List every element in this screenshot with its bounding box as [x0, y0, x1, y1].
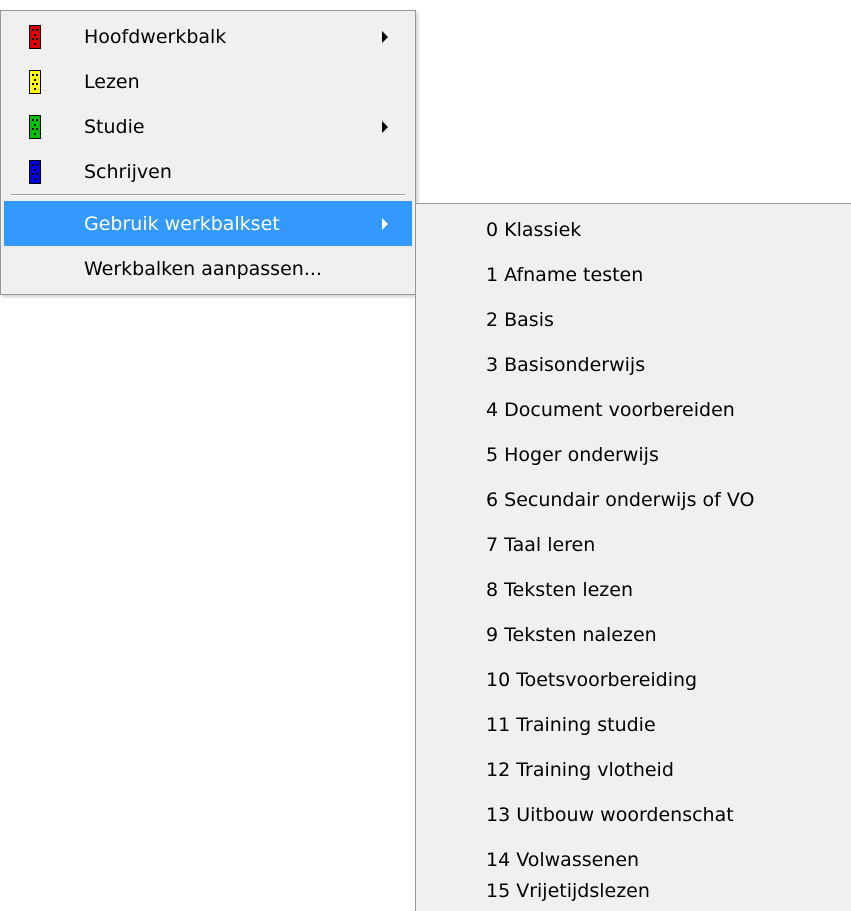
toolbarset-item-label: 5 Hoger onderwijs: [486, 443, 659, 466]
toolbarset-item-label: 3 Basisonderwijs: [486, 353, 646, 376]
toolbarset-item-label: 0 Klassiek: [486, 218, 582, 241]
menu-item-label: Lezen: [84, 70, 140, 93]
menu-item-gebruik-werkbalkset[interactable]: Gebruik werkbalkset: [4, 201, 412, 246]
toolbarset-item[interactable]: 5 Hoger onderwijs: [416, 432, 851, 477]
menu-item-label: Studie: [84, 115, 145, 138]
submenu-arrow-icon: [382, 217, 388, 230]
toolbarset-item-label: 6 Secundair onderwijs of VO: [486, 488, 755, 511]
toolbar-red-icon: [29, 24, 41, 49]
menu-item-schrijven[interactable]: Schrijven: [4, 149, 412, 194]
menu-item-label: Schrijven: [84, 160, 172, 183]
menu-item-lezen[interactable]: Lezen: [4, 59, 412, 104]
menu-separator: [11, 194, 405, 196]
menu-item-label: Gebruik werkbalkset: [84, 212, 280, 235]
toolbarset-item[interactable]: 3 Basisonderwijs: [416, 342, 851, 387]
menu-item-label: Werkbalken aanpassen...: [84, 257, 322, 280]
toolbar-green-icon: [29, 114, 41, 139]
menu-item-studie[interactable]: Studie: [4, 104, 412, 149]
toolbarset-item-label: 7 Taal leren: [486, 533, 596, 556]
toolbarset-item[interactable]: 15 Vrijetijdslezen: [416, 868, 851, 911]
toolbar-yellow-icon: [29, 69, 41, 94]
submenu-arrow-icon: [382, 120, 388, 133]
toolbarset-item-label: 12 Training vlotheid: [486, 758, 674, 781]
toolbarset-item-label: 9 Teksten nalezen: [486, 623, 657, 646]
submenu-arrow-icon: [382, 30, 388, 43]
toolbarset-item-label: 15 Vrijetijdslezen: [486, 879, 650, 902]
toolbarset-item-label: 1 Afname testen: [486, 263, 644, 286]
toolbarset-item-label: 13 Uitbouw woordenschat: [486, 803, 734, 826]
toolbarset-item-label: 2 Basis: [486, 308, 554, 331]
toolbar-blue-icon: [29, 159, 41, 184]
toolbarset-item-label: 4 Document voorbereiden: [486, 398, 735, 421]
toolbar-context-menu: Hoofdwerkbalk Lezen Studie Schrijven Geb…: [0, 10, 416, 295]
toolbarset-item[interactable]: 12 Training vlotheid: [416, 747, 851, 792]
toolbarset-item[interactable]: 4 Document voorbereiden: [416, 387, 851, 432]
toolbarset-item[interactable]: 11 Training studie: [416, 702, 851, 747]
toolbarset-item[interactable]: 0 Klassiek: [416, 207, 851, 252]
toolbarset-item[interactable]: 9 Teksten nalezen: [416, 612, 851, 657]
toolbarset-item[interactable]: 1 Afname testen: [416, 252, 851, 297]
toolbarset-item[interactable]: 10 Toetsvoorbereiding: [416, 657, 851, 702]
toolbarset-item-label: 8 Teksten lezen: [486, 578, 633, 601]
toolbarset-submenu: 0 Klassiek 1 Afname testen 2 Basis 3 Bas…: [415, 203, 851, 911]
toolbarset-item[interactable]: 6 Secundair onderwijs of VO: [416, 477, 851, 522]
toolbarset-item[interactable]: 13 Uitbouw woordenschat: [416, 792, 851, 837]
toolbarset-item-label: 10 Toetsvoorbereiding: [486, 668, 698, 691]
menu-item-werkbalken-aanpassen[interactable]: Werkbalken aanpassen...: [4, 246, 412, 291]
toolbarset-item[interactable]: 7 Taal leren: [416, 522, 851, 567]
menu-item-label: Hoofdwerkbalk: [84, 25, 227, 48]
toolbarset-item[interactable]: 8 Teksten lezen: [416, 567, 851, 612]
menu-item-hoofdwerkbalk[interactable]: Hoofdwerkbalk: [4, 14, 412, 59]
toolbarset-item[interactable]: 2 Basis: [416, 297, 851, 342]
toolbarset-item-label: 11 Training studie: [486, 713, 656, 736]
